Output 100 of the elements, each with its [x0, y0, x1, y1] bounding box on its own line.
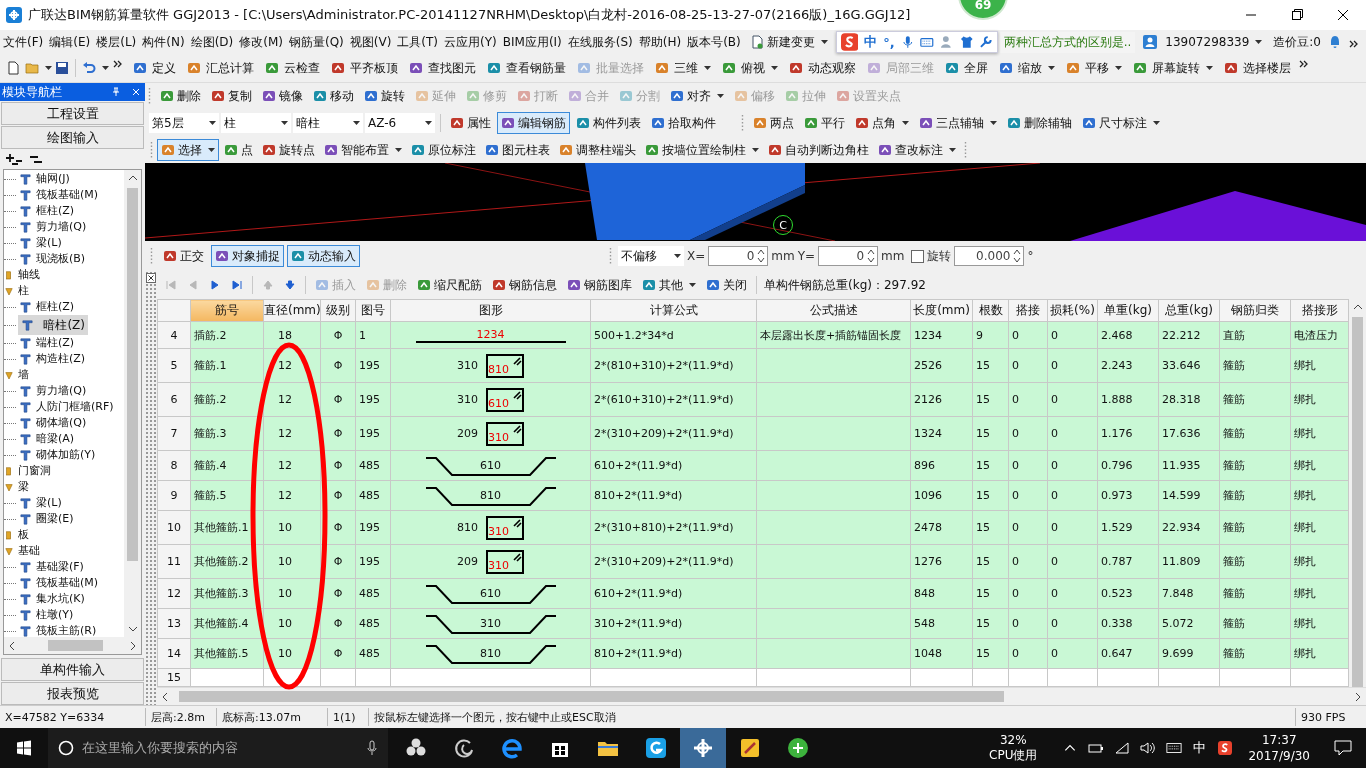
tree-item[interactable]: 剪力墙(Q) [18, 219, 90, 235]
menu-item[interactable]: 钢筋量(Q) [285, 33, 347, 51]
column-header[interactable]: 损耗(%) [1047, 299, 1098, 322]
toolbar-button[interactable]: 两点 [749, 112, 798, 134]
toolbar-button[interactable]: 钢筋信息 [488, 274, 561, 296]
toolbar-button[interactable]: 属性 [446, 112, 495, 134]
toolbar-button[interactable]: 缩尺配筋 [413, 274, 486, 296]
tree-item[interactable]: 筏板主筋(R) [18, 623, 100, 637]
x-field[interactable]: 0 [708, 246, 769, 266]
column-header[interactable]: 钢筋归类 [1219, 299, 1291, 322]
cpu-percent[interactable]: 32% [999, 733, 1027, 748]
nav-section-button[interactable]: 报表预览 [1, 682, 144, 705]
toggle-button[interactable]: 动态输入 [287, 245, 360, 267]
tree-folder[interactable]: 墙 [4, 367, 124, 383]
column-header[interactable]: 计算公式 [590, 299, 757, 322]
toolbar-button[interactable]: 复制 [207, 85, 256, 107]
menu-item[interactable]: 视图(V) [346, 33, 395, 51]
dropdown-button[interactable]: 平移 [1060, 57, 1126, 79]
column-header[interactable]: 筋号 [190, 299, 264, 322]
toolbar-button[interactable]: 选择楼层 [1218, 57, 1295, 79]
row-header[interactable]: 9 [157, 480, 191, 511]
toggle-button[interactable]: 正交 [159, 245, 208, 267]
viewport-canvas[interactable]: C [145, 163, 1366, 241]
menu-item[interactable]: 帮助(H) [635, 33, 685, 51]
toolbar-button[interactable]: 平行 [800, 112, 849, 134]
search-field[interactable]: 在这里输入你要搜索的内容 [48, 728, 388, 768]
tree-item[interactable]: 基础梁(F) [18, 559, 87, 575]
row-header[interactable]: 13 [157, 608, 191, 639]
tree-folder[interactable]: 基础 [4, 543, 124, 559]
nav-section-button[interactable]: 单构件输入 [1, 658, 144, 681]
news-ticker[interactable]: 两种汇总方式的区别是.. [999, 31, 1136, 53]
toolbar-button[interactable]: 关闭 [702, 274, 751, 296]
offset-dropdown[interactable]: 不偏移 [618, 246, 684, 266]
column-header[interactable]: 图形 [390, 299, 591, 322]
row-header[interactable]: 4 [157, 321, 191, 349]
toolbar-button[interactable]: 平齐板顶 [325, 57, 402, 79]
toolbar-button[interactable]: 拾取构件 [647, 112, 720, 134]
toolbar-button[interactable]: 钢筋图库 [563, 274, 636, 296]
dropdown-button[interactable]: 屏幕旋转 [1127, 57, 1217, 79]
dropdown-button[interactable]: 对齐 [666, 85, 728, 107]
input-language[interactable]: 中 [1193, 739, 1207, 757]
column-header[interactable]: 级别 [320, 299, 356, 322]
row-header[interactable]: 11 [157, 544, 191, 579]
tree-item[interactable]: 构造柱(Z) [18, 351, 89, 367]
toolbar-button[interactable]: 旋转点 [258, 139, 319, 161]
column-header[interactable]: 直径(mm) [263, 299, 321, 322]
toggle-button[interactable]: 对象捕捉 [211, 245, 284, 267]
ime-mode[interactable]: 中 [864, 33, 878, 51]
nav-section-button[interactable]: 绘图输入 [1, 126, 144, 149]
toolbar-button[interactable]: 图元柱表 [481, 139, 554, 161]
row-header[interactable]: 5 [157, 348, 191, 383]
toolbar-button[interactable]: 编辑钢筋 [497, 112, 570, 134]
dropdown-button[interactable]: 按墙位置绘制柱 [641, 139, 763, 161]
row-header[interactable]: 6 [157, 382, 191, 417]
toolbar-button[interactable]: 点 [220, 139, 257, 161]
column-header[interactable]: 搭接形 [1290, 299, 1349, 322]
row-header[interactable]: 12 [157, 578, 191, 609]
tree-item[interactable]: 集水坑(K) [18, 591, 88, 607]
tree-item[interactable]: 梁(L) [18, 495, 65, 511]
menu-item[interactable]: 在线服务(S) [564, 33, 636, 51]
tree-item[interactable]: 砌体墙(Q) [18, 415, 90, 431]
column-header[interactable]: 单重(kg) [1097, 299, 1159, 322]
toolbar-button[interactable]: 查找图元 [403, 57, 480, 79]
toolbar-button[interactable]: 调整柱端头 [555, 139, 640, 161]
toolbar-button[interactable]: 全屏 [939, 57, 992, 79]
menu-item[interactable]: 工具(T) [394, 33, 442, 51]
tree-item[interactable]: 筏板基础(M) [18, 575, 102, 591]
tree-item[interactable]: 圈梁(E) [18, 511, 77, 527]
toolbar-button[interactable]: 镜像 [258, 85, 307, 107]
dropdown-button[interactable]: 智能布置 [320, 139, 406, 161]
tree-item[interactable]: 人防门框墙(RF) [18, 399, 117, 415]
tree-folder[interactable]: 板 [4, 527, 124, 543]
rotation-field[interactable]: 0.000 [954, 246, 1025, 266]
toolbar-button[interactable]: 原位标注 [407, 139, 480, 161]
menu-item[interactable]: 云应用(Y) [441, 33, 500, 51]
dropdown-button[interactable]: 选择 [157, 139, 219, 161]
clock-date[interactable]: 2017/9/30 [1248, 748, 1310, 764]
column-header[interactable]: 长度(mm) [910, 299, 973, 322]
dropdown-button[interactable]: 三维 [649, 57, 715, 79]
toolbar-button[interactable]: 自动判断边角柱 [764, 139, 873, 161]
dropdown-button[interactable]: 点角 [851, 112, 913, 134]
tree-item[interactable]: 砌体加筋(Y) [18, 447, 99, 463]
column-header[interactable]: 公式描述 [756, 299, 911, 322]
tree-item[interactable]: 现浇板(B) [18, 251, 89, 267]
tree-item[interactable]: 梁(L) [18, 235, 65, 251]
toolbar-button[interactable]: 定义 [127, 57, 180, 79]
menu-item[interactable]: BIM应用(I) [499, 33, 565, 51]
tree-item[interactable]: 柱墩(Y) [18, 607, 77, 623]
account-button[interactable]: 13907298339 [1161, 34, 1267, 50]
dropdown-button[interactable]: 查改标注 [874, 139, 960, 161]
dropdown-field[interactable]: 柱 [221, 113, 291, 133]
punctuation-mode[interactable]: °, [883, 34, 895, 50]
menu-item[interactable]: 楼层(L) [93, 33, 140, 51]
y-field[interactable]: 0 [818, 246, 879, 266]
toolbar-button[interactable]: 云检查 [259, 57, 324, 79]
column-header[interactable]: 搭接 [1008, 299, 1048, 322]
cpu-label[interactable]: CPU使用 [989, 748, 1038, 763]
clock-time[interactable]: 17:37 [1261, 732, 1297, 748]
toolbar-button[interactable]: 查看钢筋量 [481, 57, 570, 79]
toolbar-button[interactable]: 移动 [309, 85, 358, 107]
